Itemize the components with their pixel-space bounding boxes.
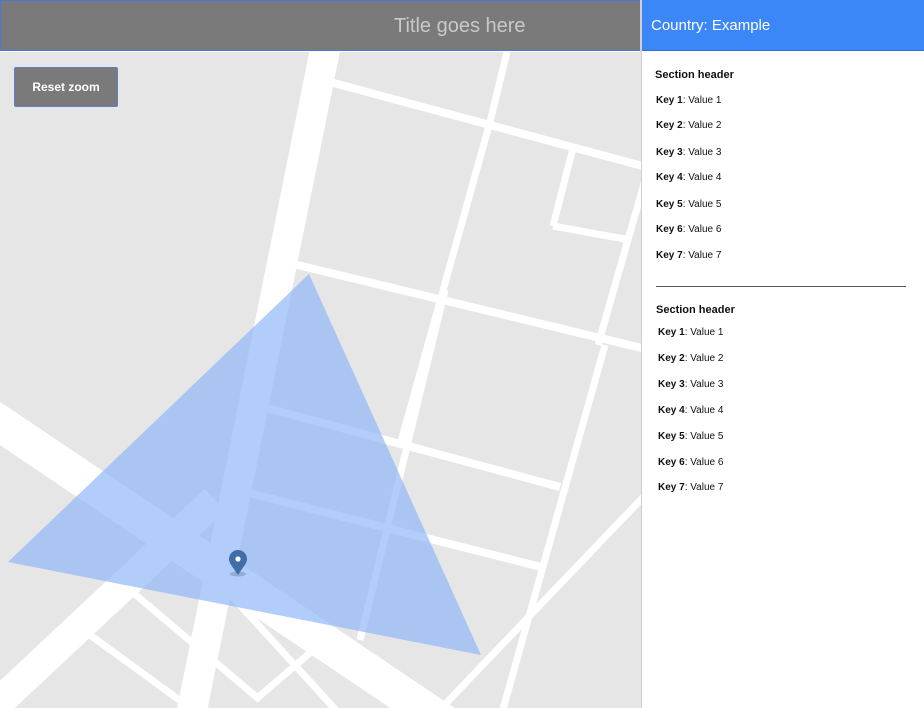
value-label: Value 7 <box>690 482 724 493</box>
location-pin-icon[interactable] <box>229 550 247 577</box>
value-label: Value 6 <box>688 224 722 235</box>
value-label: Value 2 <box>690 353 724 364</box>
key-label: Key 4 <box>656 172 683 183</box>
map-view[interactable] <box>0 52 641 708</box>
key-value-row: Key 5: Value 5 <box>656 199 722 210</box>
section-header: Section header <box>655 69 734 81</box>
value-label: Value 3 <box>688 147 722 158</box>
page-title: Title goes here <box>394 15 526 37</box>
key-value-row: Key 3: Value 3 <box>658 379 724 390</box>
key-label: Key 3 <box>656 147 683 158</box>
key-value-row: Key 4: Value 4 <box>656 172 722 183</box>
country-header: Country: Example <box>641 0 924 51</box>
key-label: Key 3 <box>658 379 685 390</box>
key-label: Key 6 <box>656 224 683 235</box>
key-value-row: Key 7: Value 7 <box>658 482 724 493</box>
value-label: Value 4 <box>688 172 722 183</box>
key-label: Key 4 <box>658 405 685 416</box>
key-label: Key 2 <box>658 353 685 364</box>
key-label: Key 6 <box>658 457 685 468</box>
key-label: Key 7 <box>656 250 683 261</box>
value-label: Value 2 <box>688 120 722 131</box>
key-value-row: Key 4: Value 4 <box>658 405 724 416</box>
key-value-row: Key 6: Value 6 <box>656 224 722 235</box>
value-label: Value 3 <box>690 379 724 390</box>
value-label: Value 6 <box>690 457 724 468</box>
reset-zoom-button[interactable]: Reset zoom <box>14 67 118 107</box>
key-label: Key 1 <box>656 95 683 106</box>
key-value-row: Key 7: Value 7 <box>656 250 722 261</box>
key-value-row: Key 2: Value 2 <box>656 120 722 131</box>
value-label: Value 4 <box>690 405 724 416</box>
section-divider <box>656 286 906 287</box>
value-label: Value 1 <box>688 95 722 106</box>
key-value-row: Key 1: Value 1 <box>656 95 722 106</box>
key-value-row: Key 1: Value 1 <box>658 327 724 338</box>
map-canvas[interactable] <box>0 52 641 708</box>
key-label: Key 5 <box>658 431 685 442</box>
key-value-row: Key 3: Value 3 <box>656 147 722 158</box>
key-label: Key 1 <box>658 327 685 338</box>
title-bar: Title goes here <box>0 0 640 51</box>
value-label: Value 7 <box>688 250 722 261</box>
section-header: Section header <box>656 304 735 316</box>
country-label: Country: Example <box>651 17 771 34</box>
key-label: Key 5 <box>656 199 683 210</box>
value-label: Value 5 <box>688 199 722 210</box>
key-value-row: Key 6: Value 6 <box>658 457 724 468</box>
key-value-row: Key 5: Value 5 <box>658 431 724 442</box>
key-label: Key 7 <box>658 482 685 493</box>
key-label: Key 2 <box>656 120 683 131</box>
value-label: Value 1 <box>690 327 724 338</box>
details-panel: Section header Key 1: Value 1 Key 2: Val… <box>642 52 924 708</box>
value-label: Value 5 <box>690 431 724 442</box>
key-value-row: Key 2: Value 2 <box>658 353 724 364</box>
